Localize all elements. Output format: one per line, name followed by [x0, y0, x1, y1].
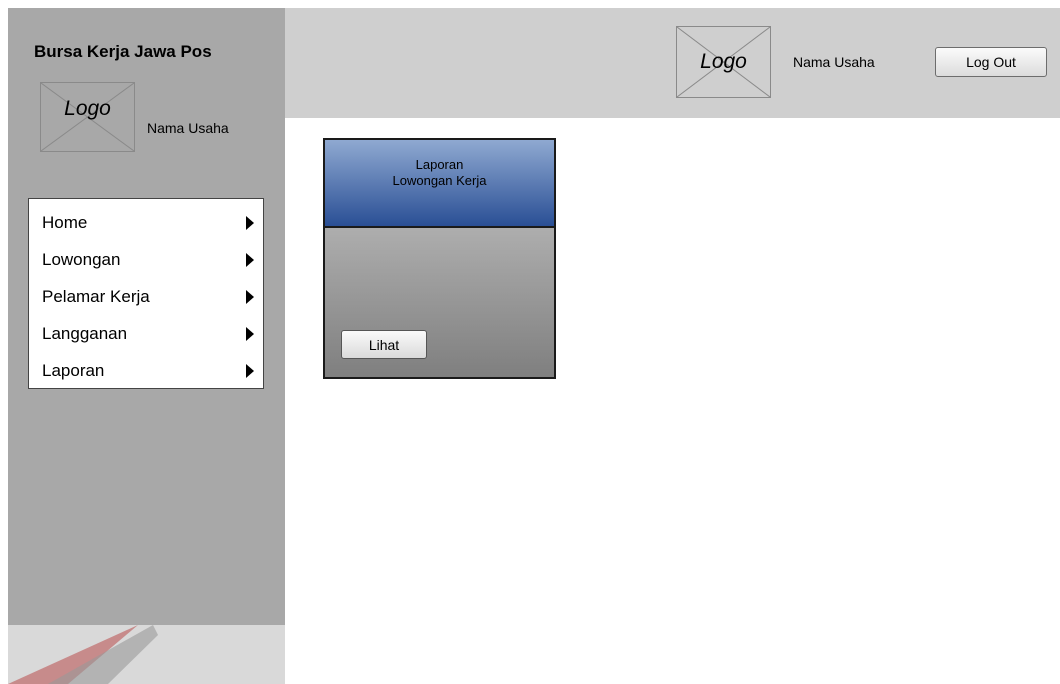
header-logo-placeholder: Logo — [676, 26, 771, 98]
sidebar-logo-text: Logo — [64, 97, 111, 120]
top-header: Logo Nama Usaha Log Out — [285, 8, 1060, 118]
menu-item-pelamar-kerja[interactable]: Pelamar Kerja — [29, 279, 263, 316]
arrow-right-icon — [246, 290, 254, 304]
app-title: Bursa Kerja Jawa Pos — [34, 42, 212, 61]
menu-item-label: Pelamar Kerja — [42, 287, 150, 306]
menu-item-label: Laporan — [42, 361, 105, 380]
watermark-logo-icon — [8, 625, 158, 684]
report-card-header: Laporan Lowongan Kerja — [325, 140, 554, 228]
report-card-title-line1: Laporan — [415, 157, 464, 172]
sidebar-menu: Home Lowongan Pelamar Kerja Langganan La… — [28, 198, 264, 389]
header-logo-text: Logo — [700, 50, 747, 73]
sidebar-footer — [8, 625, 285, 684]
app-window: Bursa Kerja Jawa Pos Logo Nama Usaha Hom… — [0, 0, 1060, 684]
menu-item-label: Langganan — [42, 324, 128, 343]
view-button[interactable]: Lihat — [341, 330, 427, 359]
report-card-title-line2: Lowongan Kerja — [392, 173, 487, 188]
sidebar-logo-placeholder: Logo — [40, 82, 135, 152]
arrow-right-icon — [246, 327, 254, 341]
menu-item-home[interactable]: Home — [29, 205, 263, 242]
menu-item-lowongan[interactable]: Lowongan — [29, 242, 263, 279]
menu-item-label: Lowongan — [42, 250, 121, 269]
menu-item-laporan[interactable]: Laporan — [29, 353, 263, 390]
menu-item-langganan[interactable]: Langganan — [29, 316, 263, 353]
sidebar-business-name: Nama Usaha — [147, 120, 229, 136]
menu-item-label: Home — [42, 213, 88, 232]
logout-button[interactable]: Log Out — [935, 47, 1047, 77]
arrow-right-icon — [246, 364, 254, 378]
arrow-right-icon — [246, 216, 254, 230]
header-business-name: Nama Usaha — [793, 54, 875, 70]
arrow-right-icon — [246, 253, 254, 267]
report-card: Laporan Lowongan Kerja Lihat — [323, 138, 556, 379]
sidebar: Bursa Kerja Jawa Pos Logo Nama Usaha Hom… — [8, 8, 285, 684]
